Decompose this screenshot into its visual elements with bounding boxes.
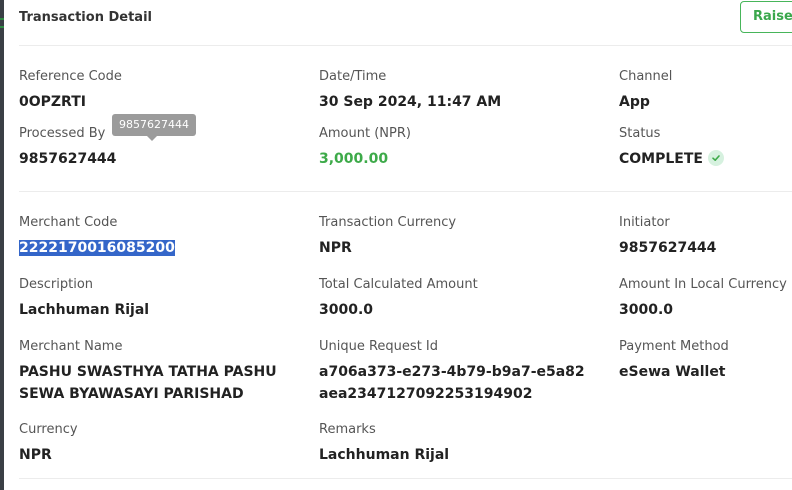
tooltip-text: 9857627444 [119,118,189,131]
amount-local-currency-value: 3000.0 [619,302,674,318]
field-description: Description Lachhuman Rijal [19,277,149,321]
transaction-currency-value: NPR [319,240,352,256]
remarks-label: Remarks [319,422,376,437]
edge-marker [0,26,4,28]
edge-marker [0,18,4,20]
check-circle-icon [707,150,724,166]
status-value-row: COMPLETE [619,148,724,170]
initiator-label: Initiator [619,215,670,230]
amount-label: Amount (NPR) [319,126,411,141]
total-calculated-amount-value: 3000.0 [319,302,374,318]
field-merchant-name: Merchant Name PASHU SWASTHYA TATHA PASHU… [19,339,289,405]
field-reference-code: Reference Code 0OPZRTI [19,69,122,113]
field-amount-local-currency: Amount In Local Currency 3000.0 [619,277,787,321]
field-currency: Currency NPR [19,422,78,466]
field-amount: Amount (NPR) 3,000.00 [319,126,411,170]
reference-code-label: Reference Code [19,69,122,84]
field-unique-request-id: Unique Request Id a706a373-e273-4b79-b9a… [319,339,589,405]
field-status: Status COMPLETE [619,126,724,170]
processed-by-value[interactable]: 9857627444 [19,148,116,170]
merchant-code-label: Merchant Code [19,215,118,230]
tooltip-arrow [147,136,157,141]
status-label: Status [619,126,661,141]
merchant-name-label: Merchant Name [19,339,123,354]
description-value: Lachhuman Rijal [19,302,150,318]
channel-value: App [619,94,650,110]
total-calculated-amount-label: Total Calculated Amount [319,277,478,292]
field-payment-method: Payment Method eSewa Wallet [619,339,729,383]
status-value: COMPLETE [619,151,703,167]
field-initiator: Initiator 9857627444 [619,215,716,259]
field-total-calculated-amount: Total Calculated Amount 3000.0 [319,277,478,321]
left-edge-strip [0,0,4,490]
processed-by-label: Processed By [19,126,106,141]
reference-code-value: 0OPZRTI [19,94,86,110]
page-title: Transaction Detail [19,10,152,25]
amount-local-currency-label: Amount In Local Currency [619,277,787,292]
merchant-name-value: PASHU SWASTHYA TATHA PASHU SEWA BYAWASAY… [19,364,277,402]
unique-request-id-value: a706a373-e273-4b79-b9a7-e5a82aea23471270… [319,364,585,402]
currency-value: NPR [19,447,52,463]
amount-value: 3,000.00 [319,151,389,167]
description-label: Description [19,277,94,292]
initiator-value: 9857627444 [619,240,717,256]
datetime-label: Date/Time [319,69,387,84]
field-datetime: Date/Time 30 Sep 2024, 11:47 AM [319,69,501,113]
channel-label: Channel [619,69,673,84]
panel-header: Transaction Detail Raise Issue [19,0,792,46]
payment-method-label: Payment Method [619,339,729,354]
section-divider [19,191,792,192]
merchant-code-value[interactable]: 2222170016085200 [19,240,175,256]
payment-method-value: eSewa Wallet [619,364,726,380]
transaction-currency-label: Transaction Currency [319,215,457,230]
remarks-value: Lachhuman Rijal [319,447,450,463]
transaction-detail-panel: Transaction Detail Raise Issue Reference… [0,0,792,490]
unique-request-id-label: Unique Request Id [319,339,439,354]
bottom-divider [19,478,792,479]
processed-by-tooltip: 9857627444 [112,114,196,141]
field-merchant-code: Merchant Code 2222170016085200 [19,215,175,259]
currency-label: Currency [19,422,78,437]
field-processed-by: Processed By 9857627444 [19,126,116,170]
field-channel: Channel App [619,69,672,113]
field-transaction-currency: Transaction Currency NPR [319,215,456,259]
datetime-value: 30 Sep 2024, 11:47 AM [319,94,502,110]
field-remarks: Remarks Lachhuman Rijal [319,422,449,466]
raise-issue-button[interactable]: Raise Issue [740,1,792,33]
merchant-code-row: 2222170016085200 [19,237,175,259]
